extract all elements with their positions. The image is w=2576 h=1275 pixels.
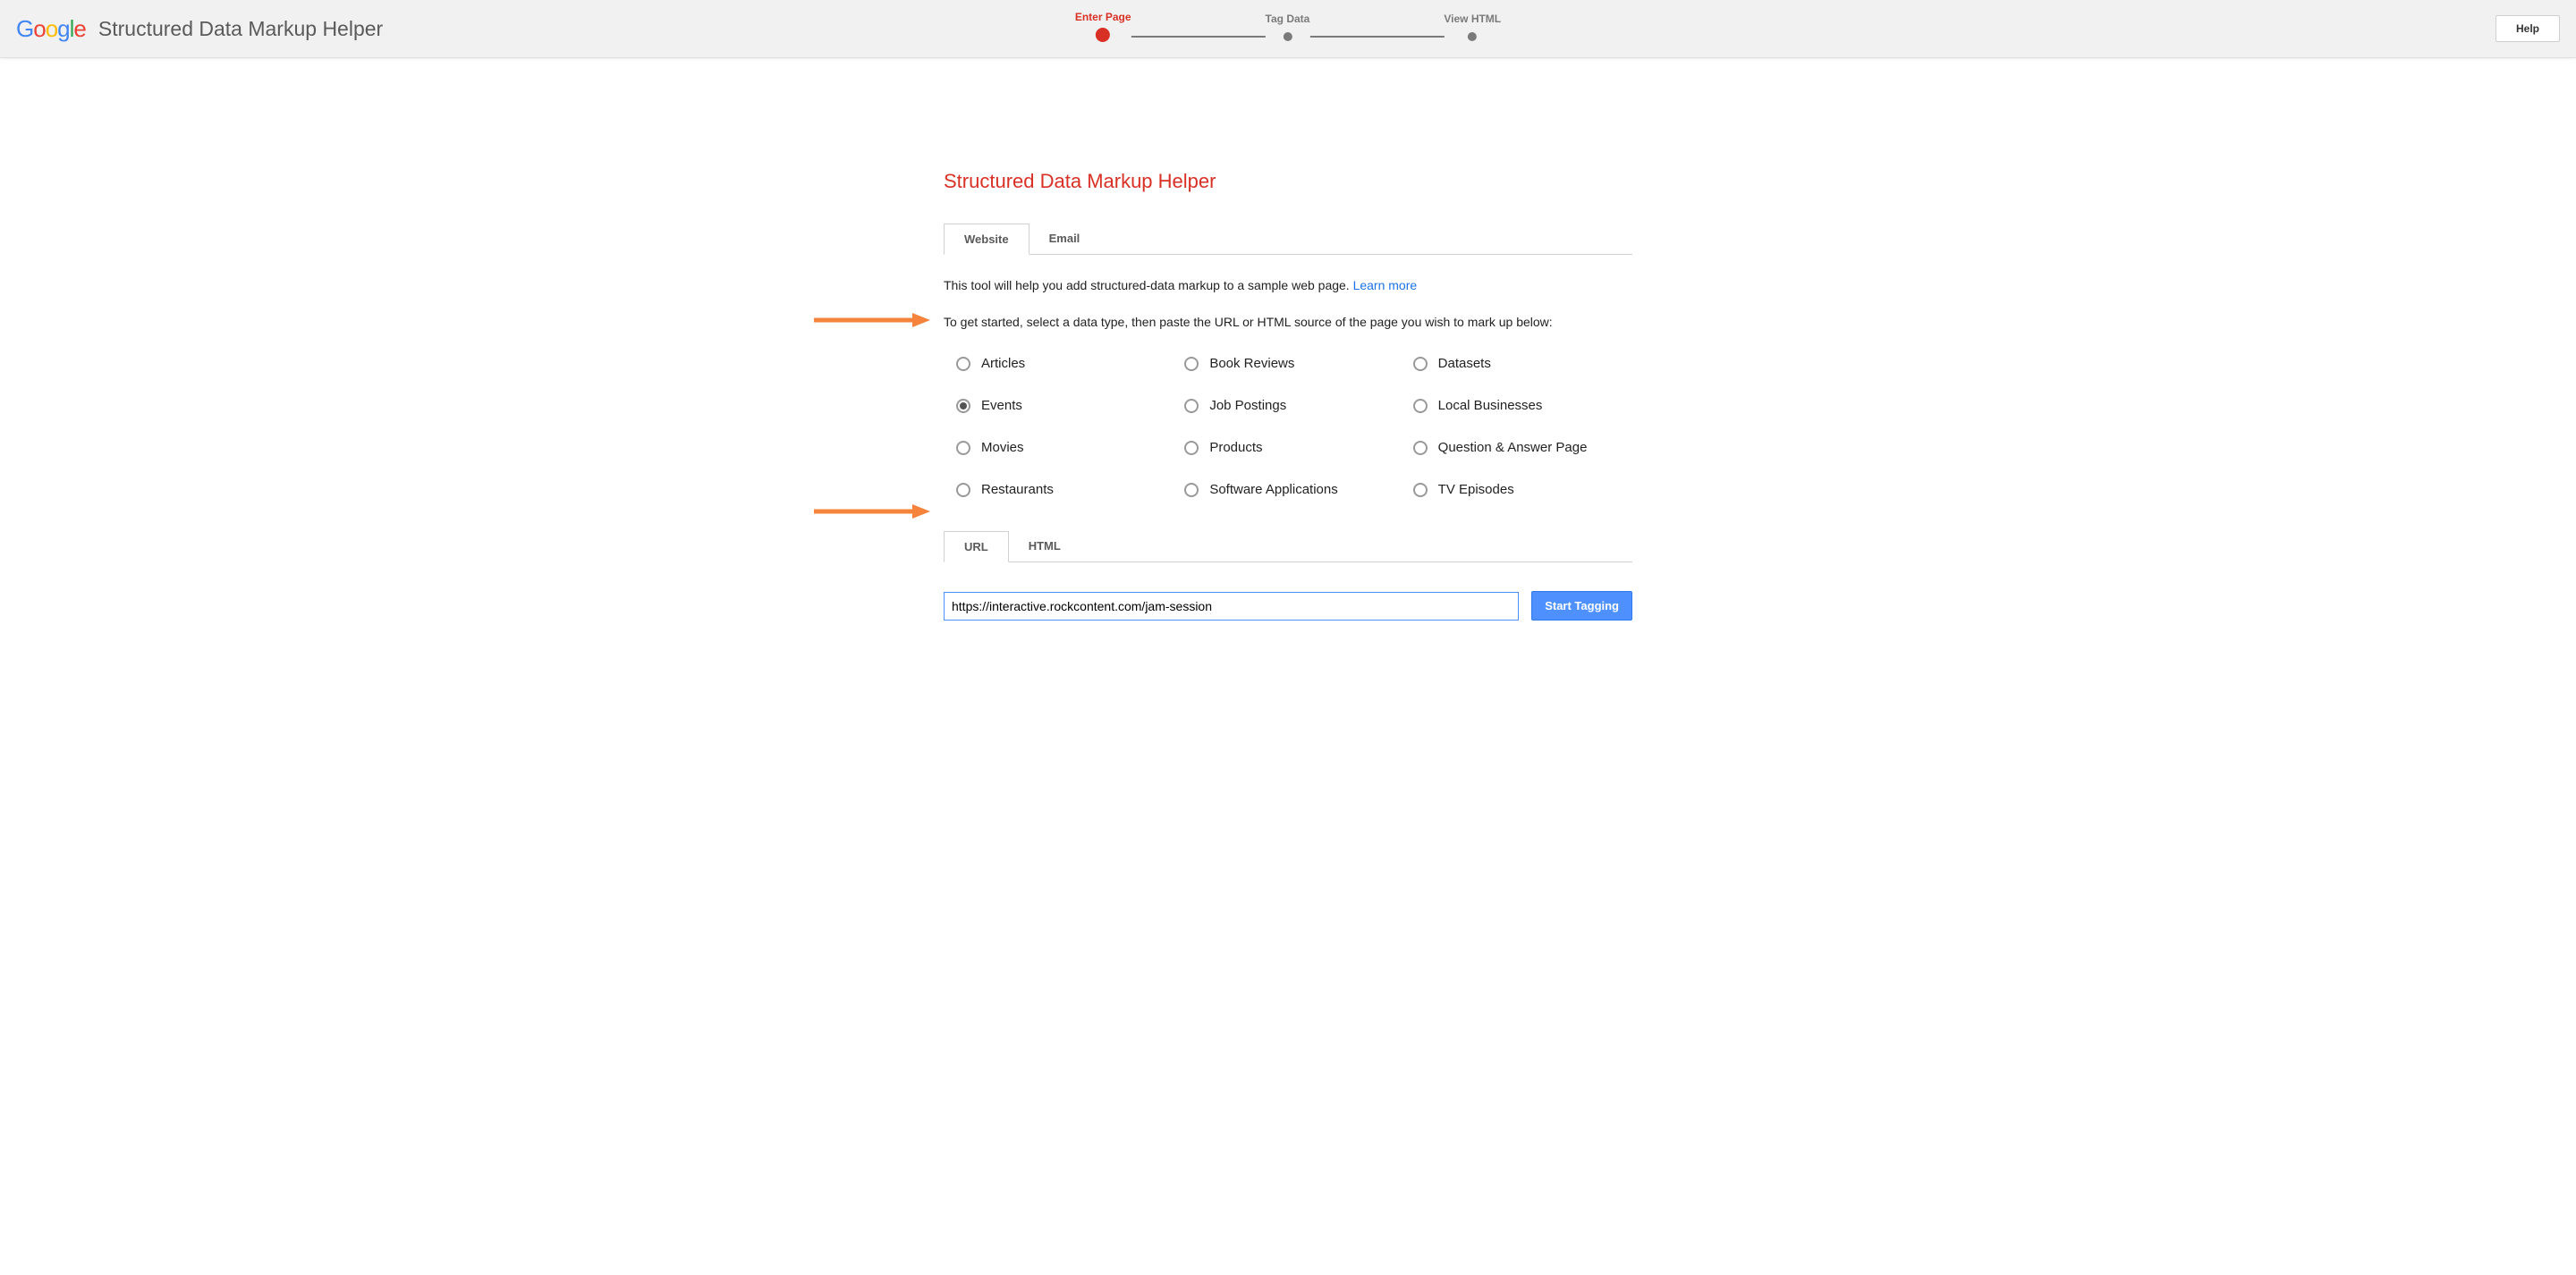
step-dot-icon xyxy=(1096,28,1110,42)
start-tagging-button[interactable]: Start Tagging xyxy=(1531,591,1632,621)
tab-html[interactable]: HTML xyxy=(1009,531,1080,562)
tab-website[interactable]: Website xyxy=(944,224,1030,255)
step-tag-data: Tag Data xyxy=(1266,13,1310,41)
step-enter-page: Enter Page xyxy=(1075,11,1131,42)
app-title: Structured Data Markup Helper xyxy=(98,17,383,41)
radio-label: Products xyxy=(1209,440,1262,455)
step-connector xyxy=(1309,36,1444,38)
radio-icon xyxy=(1184,483,1199,497)
radio-item[interactable]: Job Postings xyxy=(1184,398,1403,413)
radio-icon xyxy=(1413,441,1428,455)
radio-item[interactable]: Restaurants xyxy=(956,482,1175,497)
step-connector xyxy=(1131,36,1266,38)
radio-icon xyxy=(1184,441,1199,455)
radio-label: Events xyxy=(981,398,1022,413)
annotation-arrow-icon xyxy=(814,502,930,525)
radio-label: Datasets xyxy=(1438,356,1491,371)
radio-label: Local Businesses xyxy=(1438,398,1543,413)
step-dot-icon xyxy=(1468,32,1477,41)
radio-item[interactable]: Products xyxy=(1184,440,1403,455)
intro-text: This tool will help you add structured-d… xyxy=(944,276,1632,295)
radio-icon xyxy=(1413,483,1428,497)
radio-item[interactable]: Local Businesses xyxy=(1413,398,1632,413)
radio-label: Restaurants xyxy=(981,482,1054,497)
page-title: Structured Data Markup Helper xyxy=(944,170,1632,193)
learn-more-link[interactable]: Learn more xyxy=(1353,278,1418,292)
radio-label: Articles xyxy=(981,356,1025,371)
url-row: Start Tagging xyxy=(944,591,1632,621)
radio-item[interactable]: Events xyxy=(956,398,1175,413)
radio-label: Book Reviews xyxy=(1209,356,1294,371)
radio-icon xyxy=(1413,357,1428,371)
step-dot-icon xyxy=(1283,32,1292,41)
url-input[interactable] xyxy=(944,592,1519,621)
progress-steps: Enter Page Tag Data View HTML xyxy=(1075,11,1501,42)
radio-icon xyxy=(1413,399,1428,413)
radio-item[interactable]: Question & Answer Page xyxy=(1413,440,1632,455)
radio-item[interactable]: TV Episodes xyxy=(1413,482,1632,497)
radio-label: Question & Answer Page xyxy=(1438,440,1588,455)
step-view-html: View HTML xyxy=(1444,13,1501,41)
radio-icon xyxy=(1184,357,1199,371)
radio-icon xyxy=(956,357,970,371)
tab-email[interactable]: Email xyxy=(1030,224,1100,254)
radio-icon xyxy=(956,441,970,455)
radio-item[interactable]: Software Applications xyxy=(1184,482,1403,497)
google-logo: Google xyxy=(16,15,86,43)
radio-icon xyxy=(956,483,970,497)
radio-label: Software Applications xyxy=(1209,482,1337,497)
radio-icon xyxy=(956,399,970,413)
radio-label: Job Postings xyxy=(1209,398,1286,413)
radio-label: Movies xyxy=(981,440,1024,455)
radio-item[interactable]: Datasets xyxy=(1413,356,1632,371)
radio-icon xyxy=(1184,399,1199,413)
help-button[interactable]: Help xyxy=(2496,15,2560,42)
radio-item[interactable]: Movies xyxy=(956,440,1175,455)
content-type-tabs: Website Email xyxy=(944,224,1632,255)
radio-item[interactable]: Articles xyxy=(956,356,1175,371)
logo-wrap: Google Structured Data Markup Helper xyxy=(16,15,383,43)
tab-url[interactable]: URL xyxy=(944,531,1009,562)
data-type-grid: Articles Book Reviews Datasets Events Job Po… xyxy=(944,356,1632,497)
source-type-tabs: URL HTML xyxy=(944,531,1632,562)
instructions-text: To get started, select a data type, then… xyxy=(944,315,1632,329)
radio-item[interactable]: Book Reviews xyxy=(1184,356,1403,371)
radio-label: TV Episodes xyxy=(1438,482,1514,497)
annotation-arrow-icon xyxy=(814,311,930,334)
main-content: Structured Data Markup Helper Website Em… xyxy=(944,58,1632,621)
app-header: Google Structured Data Markup Helper Ent… xyxy=(0,0,2576,58)
